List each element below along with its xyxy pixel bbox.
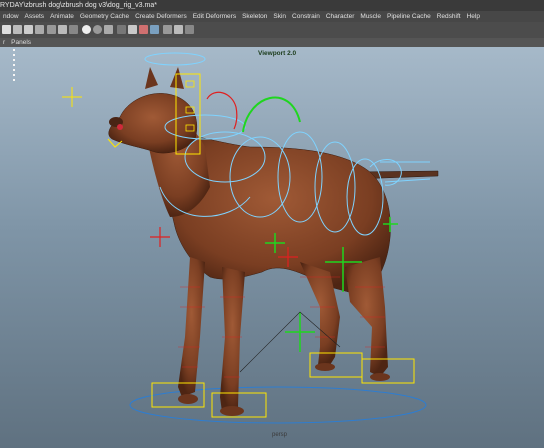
- menu-constrain[interactable]: Constrain: [289, 11, 323, 22]
- window-title-bar: RYDAY\zbrush dog\zbrush dog v3\dog_rig_v…: [0, 0, 544, 11]
- bookmarks-icon[interactable]: [24, 25, 33, 34]
- film-gate-icon[interactable]: [58, 25, 67, 34]
- window-title: RYDAY\zbrush dog\zbrush dog v3\dog_rig_v…: [0, 2, 157, 9]
- scene-svg: [62, 52, 439, 424]
- head-aim-control[interactable]: [206, 91, 238, 130]
- camera-attributes-icon[interactable]: [13, 25, 22, 34]
- resolution-gate-icon[interactable]: [69, 25, 78, 34]
- panel-menu-bar: r Panels: [0, 38, 544, 47]
- grid-icon[interactable]: [47, 25, 56, 34]
- menu-geometry-cache[interactable]: Geometry Cache: [77, 11, 132, 22]
- front-right-paw: [220, 406, 244, 416]
- menu-redshift[interactable]: Redshift: [434, 11, 464, 22]
- front-left-leg[interactable]: [178, 257, 205, 397]
- ground-control-ring[interactable]: [129, 386, 427, 424]
- wireframe-icon[interactable]: [82, 25, 91, 34]
- menu-edit-deformers[interactable]: Edit Deformers: [190, 11, 239, 22]
- front-right-leg[interactable]: [220, 267, 245, 412]
- menu-window[interactable]: ndow: [0, 11, 22, 22]
- menu-create-deformers[interactable]: Create Deformers: [132, 11, 190, 22]
- back-right-paw: [370, 373, 390, 381]
- menu-skin[interactable]: Skin: [270, 11, 289, 22]
- menu-pipeline-cache[interactable]: Pipeline Cache: [384, 11, 434, 22]
- menu-panels[interactable]: Panels: [8, 38, 34, 47]
- xray-icon[interactable]: [139, 25, 148, 34]
- right-ear[interactable]: [170, 67, 184, 89]
- lighting-icon[interactable]: [117, 25, 126, 34]
- camera-name-label: persp: [272, 432, 288, 438]
- ambient-occlusion-icon[interactable]: [174, 25, 183, 34]
- anti-aliasing-icon[interactable]: [185, 25, 194, 34]
- menu-skeleton[interactable]: Skeleton: [239, 11, 270, 22]
- viewport-renderer-label: Viewport 2.0: [258, 50, 297, 57]
- textured-icon[interactable]: [104, 25, 113, 34]
- left-ear[interactable]: [145, 67, 158, 89]
- main-menu-bar: ndow Assets Animate Geometry Cache Create De…: [0, 11, 544, 22]
- menu-muscle[interactable]: Muscle: [357, 11, 384, 22]
- image-plane-icon[interactable]: [35, 25, 44, 34]
- menu-character[interactable]: Character: [323, 11, 358, 22]
- select-camera-icon[interactable]: [2, 25, 11, 34]
- menu-assets[interactable]: Assets: [22, 11, 48, 22]
- neck-fk-control[interactable]: [242, 96, 301, 133]
- back-left-paw: [315, 363, 335, 371]
- locator-pole[interactable]: [285, 312, 315, 352]
- menu-animate[interactable]: Animate: [47, 11, 77, 22]
- isolate-select-icon[interactable]: [163, 25, 172, 34]
- 3d-viewport[interactable]: Viewport 2.0 persp: [0, 47, 544, 448]
- viewport-toolbar: [0, 22, 544, 39]
- shadows-icon[interactable]: [128, 25, 137, 34]
- ik-foot-front-left[interactable]: [151, 382, 205, 408]
- smooth-shade-icon[interactable]: [93, 25, 102, 34]
- front-left-paw: [178, 394, 198, 404]
- world-locator[interactable]: [62, 87, 82, 107]
- menu-renderer[interactable]: r: [0, 38, 8, 47]
- xray-joints-icon[interactable]: [150, 25, 159, 34]
- dog-mesh[interactable]: [108, 67, 439, 416]
- tongue: [117, 124, 123, 130]
- menu-help[interactable]: Help: [464, 11, 483, 22]
